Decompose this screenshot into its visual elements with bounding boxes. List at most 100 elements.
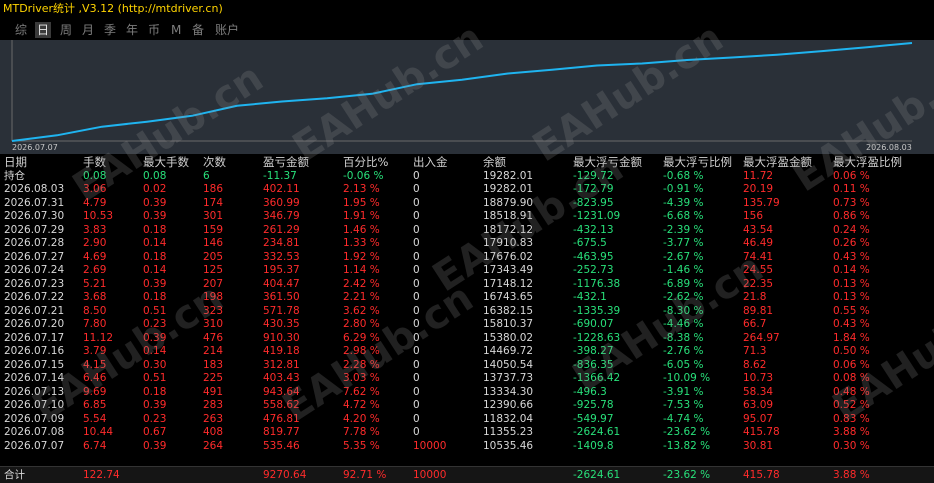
cell: 2026.07.22 xyxy=(4,291,65,304)
cell: 2026.07.24 xyxy=(4,264,65,277)
cell: 3.62 % xyxy=(343,304,380,317)
cell: 156 xyxy=(743,210,764,223)
cell: 20.19 xyxy=(743,183,774,196)
cell: 2026.07.17 xyxy=(4,331,65,344)
cell: 264.97 xyxy=(743,331,780,344)
tab-4[interactable]: 季 xyxy=(102,22,118,38)
cell: 0.11 % xyxy=(833,183,870,196)
cell: 1.91 % xyxy=(343,210,380,223)
cell: 403.43 xyxy=(263,372,300,385)
tab-6[interactable]: 币 xyxy=(146,22,162,38)
tab-5[interactable]: 年 xyxy=(124,22,140,38)
cell: -0.91 % xyxy=(663,183,704,196)
cell: 0.39 xyxy=(143,399,167,412)
cell: 214 xyxy=(203,345,224,358)
cell: 310 xyxy=(203,318,224,331)
cell: 0.14 % xyxy=(833,264,870,277)
column-header: 盈亏金额 xyxy=(263,155,309,169)
cell: 0 xyxy=(413,358,420,371)
column-header: 百分比% xyxy=(343,155,389,169)
table-row: 2026.07.10 6.85 0.39 283 558.62 4.72 % 0 12390.… xyxy=(0,399,934,413)
column-header: 出入金 xyxy=(413,155,448,169)
cell: 0.08 xyxy=(143,169,167,182)
cell: 89.81 xyxy=(743,304,774,317)
cell: 11355.23 xyxy=(483,426,534,439)
table-row: 2026.07.17 11.12 0.39 476 910.30 6.29 % 0 15380… xyxy=(0,332,934,346)
table-row: 2026.07.07 6.74 0.39 264 535.46 5.35 % 10000 10… xyxy=(0,440,934,454)
table-row: 2026.07.23 5.21 0.39 207 404.47 2.42 % 0 17148.… xyxy=(0,278,934,292)
cell: -463.95 xyxy=(573,250,614,263)
cell: 95.07 xyxy=(743,412,774,425)
cell: 4.79 xyxy=(83,196,107,209)
cell: 3.88 % xyxy=(833,426,870,439)
cell: 17676.02 xyxy=(483,250,534,263)
cell: 15810.37 xyxy=(483,318,534,331)
cell: 4.72 % xyxy=(343,399,380,412)
cell: -1231.09 xyxy=(573,210,621,223)
cell: 17910.83 xyxy=(483,237,534,250)
balance-chart: 2026.07.07 2026.08.03 xyxy=(0,40,934,154)
cell: 0 xyxy=(413,345,420,358)
cell: 360.99 xyxy=(263,196,300,209)
cell: 323 xyxy=(203,304,224,317)
cell: 7.78 % xyxy=(343,426,380,439)
chart-end-date: 2026.08.03 xyxy=(866,143,912,152)
cell: 9.69 xyxy=(83,385,107,398)
cell: 18518.91 xyxy=(483,210,534,223)
cell: 2.98 % xyxy=(343,345,380,358)
cell: 6 xyxy=(203,169,210,182)
tab-0[interactable]: 综 xyxy=(13,22,29,38)
cell: 10.44 xyxy=(83,426,114,439)
cell: 0 xyxy=(413,210,420,223)
cell: 10535.46 xyxy=(483,439,534,452)
cell: 0.86 % xyxy=(833,210,870,223)
cell: 18879.90 xyxy=(483,196,534,209)
cell: 3.03 % xyxy=(343,372,380,385)
table-row: 2026.07.27 4.69 0.18 205 332.53 1.92 % 0 17676.… xyxy=(0,251,934,265)
cell: 402.11 xyxy=(263,183,300,196)
cell: 2.90 xyxy=(83,237,107,250)
cell: 0.83 % xyxy=(833,412,870,425)
cell: -1366.42 xyxy=(573,372,621,385)
tab-9[interactable]: 账户 xyxy=(213,22,241,38)
cell: 943.64 xyxy=(263,385,300,398)
cell: 21.8 xyxy=(743,291,767,304)
cell: 159 xyxy=(203,223,224,236)
cell: 1.14 % xyxy=(343,264,380,277)
table-row: 2026.07.30 10.53 0.39 301 346.79 1.91 % 0 18518… xyxy=(0,210,934,224)
cell: 3.79 xyxy=(83,345,107,358)
column-header: 手数 xyxy=(83,155,106,169)
table-scrollbar[interactable] xyxy=(920,156,932,466)
cell: 261.29 xyxy=(263,223,300,236)
cell: 491 xyxy=(203,385,224,398)
table-row: 2026.07.31 4.79 0.39 174 360.99 1.95 % 0 18879.… xyxy=(0,197,934,211)
cell: -690.07 xyxy=(573,318,614,331)
tab-7[interactable]: M xyxy=(169,22,183,38)
cell: 1.95 % xyxy=(343,196,380,209)
cell: 0 xyxy=(413,169,420,182)
cell: -23.62 % xyxy=(663,426,711,439)
tab-2[interactable]: 周 xyxy=(58,22,74,38)
total-cell: 9270.64 xyxy=(263,469,307,481)
total-row: 合计 122.74 9270.64 92.71 % 10000 -2624.61 -23.6… xyxy=(0,466,934,483)
column-header: 最大浮盈比例 xyxy=(833,155,902,169)
cell: -11.37 xyxy=(263,169,297,182)
cell: 2026.07.08 xyxy=(4,426,65,439)
cell: 6.29 % xyxy=(343,331,380,344)
cell: 58.34 xyxy=(743,385,774,398)
table-row: 2026.07.15 4.15 0.30 183 312.81 2.28 % 0 14050.… xyxy=(0,359,934,373)
cell: 2026.07.28 xyxy=(4,237,65,250)
tab-8[interactable]: 备 xyxy=(190,22,206,38)
cell: 6.85 xyxy=(83,399,107,412)
cell: 2.21 % xyxy=(343,291,380,304)
cell: 2026.07.09 xyxy=(4,412,65,425)
tab-3[interactable]: 月 xyxy=(80,22,96,38)
cell: 5.35 % xyxy=(343,439,380,452)
total-cell: 合计 xyxy=(4,469,25,481)
cell: -8.30 % xyxy=(663,304,704,317)
cell: 30.81 xyxy=(743,439,774,452)
cell: -3.91 % xyxy=(663,385,704,398)
cell: 0 xyxy=(413,426,420,439)
tab-1[interactable]: 日 xyxy=(35,22,52,38)
cell: 24.55 xyxy=(743,264,774,277)
